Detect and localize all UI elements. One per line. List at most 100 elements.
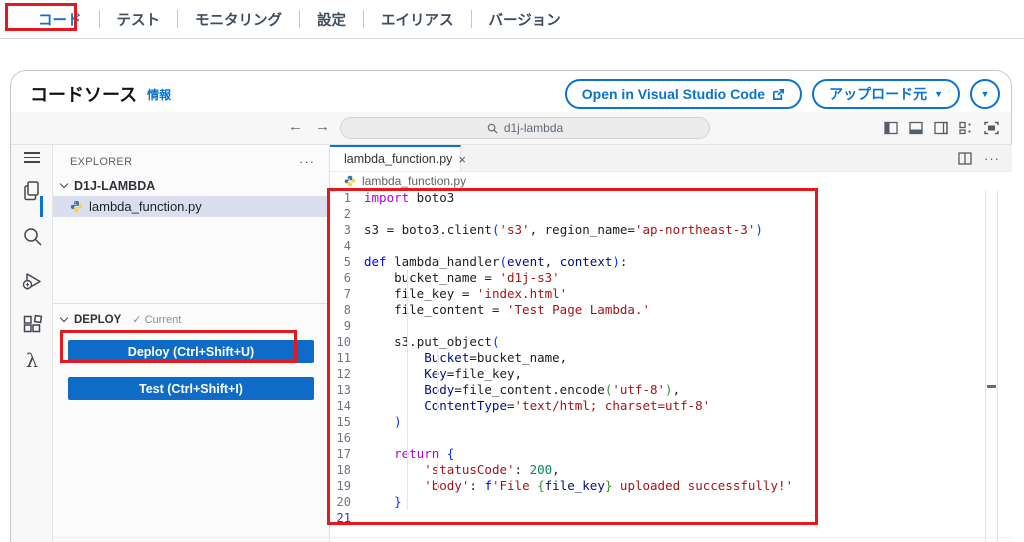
history-forward-icon[interactable]: → (315, 118, 330, 135)
aws-lambda-icon[interactable]: λ (11, 350, 53, 372)
editor-tab-lambda-function[interactable]: lambda_function.py × (330, 145, 466, 171)
more-actions-button[interactable]: ▼ (970, 79, 1000, 109)
external-link-icon (773, 88, 785, 100)
explorer-more-icon[interactable]: ··· (299, 154, 315, 169)
tree-file-lambda-function[interactable]: lambda_function.py (53, 196, 329, 217)
line-number: 21 (336, 511, 351, 525)
toggle-bottom-panel-icon[interactable] (909, 121, 923, 135)
function-tab-bar: コード テスト モニタリング 設定 エイリアス バージョン (0, 0, 1024, 39)
open-vscode-button[interactable]: Open in Visual Studio Code (564, 79, 803, 109)
line-number: 8 (343, 303, 351, 317)
code-line[interactable]: 19 'body': f'File {file_key} uploaded su… (330, 478, 1012, 494)
line-number: 10 (336, 335, 351, 349)
search-sidebar-icon[interactable] (11, 226, 53, 247)
tab-monitoring[interactable]: モニタリング (178, 9, 299, 30)
line-number: 3 (343, 223, 351, 237)
code-lines[interactable]: 1 import boto3 2 3 s3 = boto3.client('s3', r… (330, 190, 1012, 526)
deploy-button[interactable]: Deploy (Ctrl+Shift+U) (68, 340, 314, 363)
test-button[interactable]: Test (Ctrl+Shift+I) (68, 377, 314, 400)
toggle-left-panel-icon[interactable] (884, 121, 898, 135)
code-line[interactable]: 11 Bucket=bucket_name, (330, 350, 1012, 366)
chevron-down-icon (59, 179, 69, 189)
code-line[interactable]: 8 file_content = 'Test Page Lambda.' (330, 302, 1012, 318)
editor-more-icon[interactable]: ··· (984, 151, 1000, 166)
line-number: 16 (336, 431, 351, 445)
search-icon (487, 123, 498, 134)
command-search-input[interactable]: d1j-lambda (340, 117, 710, 139)
upload-source-button[interactable]: アップロード元 ▼ (812, 79, 960, 109)
line-number: 14 (336, 399, 351, 413)
caret-down-icon: ▼ (934, 88, 943, 99)
line-number: 2 (343, 207, 351, 221)
indent-guide (437, 350, 438, 414)
tree-folder-d1j-lambda[interactable]: D1J-LAMBDA (53, 175, 329, 196)
caret-down-icon: ▼ (980, 88, 990, 99)
code-line[interactable]: 10 s3.put_object( (330, 334, 1012, 350)
deploy-section-title: DEPLOY (74, 313, 122, 326)
code-line[interactable]: 17 return { (330, 446, 1012, 462)
activity-bar: λ (11, 145, 53, 542)
split-editor-icon[interactable] (958, 151, 972, 165)
explorer-panel: EXPLORER ··· D1J-LAMBDA lambda_function.… (53, 145, 330, 542)
tab-versions[interactable]: バージョン (472, 9, 578, 30)
code-line[interactable]: 2 (330, 206, 1012, 222)
tab-test[interactable]: テスト (100, 9, 178, 30)
python-file-icon (344, 175, 356, 187)
line-number: 5 (343, 255, 351, 269)
info-link[interactable]: 情報 (147, 86, 171, 103)
run-debug-icon[interactable] (11, 271, 53, 292)
indent-guide (407, 270, 408, 510)
code-line[interactable]: 14 ContentType='text/html; charset=utf-8… (330, 398, 1012, 414)
code-line[interactable]: 6 bucket_name = 'd1j-s3' (330, 270, 1012, 286)
python-file-icon (70, 200, 83, 213)
chevron-down-icon[interactable] (59, 313, 69, 323)
menu-hamburger-icon[interactable] (11, 152, 53, 163)
line-number: 11 (336, 351, 351, 365)
code-line[interactable]: 21 (330, 510, 1012, 526)
code-line[interactable]: 1 import boto3 (330, 190, 1012, 206)
editor-tab-bar: lambda_function.py × ··· (330, 145, 1012, 172)
ide-toolbar: ← → d1j-lambda (11, 112, 1011, 145)
code-line[interactable]: 13 Body=file_content.encode('utf-8'), (330, 382, 1012, 398)
bottom-divider (53, 537, 1012, 538)
extensions-icon[interactable] (11, 314, 53, 335)
deploy-section: DEPLOY ✓ Current Deploy (Ctrl+Shift+U) T… (53, 303, 329, 400)
explorer-icon[interactable] (11, 180, 53, 202)
line-number: 18 (336, 463, 351, 477)
tab-code[interactable]: コード (21, 9, 99, 30)
lambda-console-screen: コード テスト モニタリング 設定 エイリアス バージョン コードソース 情報 … (0, 0, 1024, 542)
line-number: 19 (336, 479, 351, 493)
line-number: 9 (343, 319, 351, 333)
code-line[interactable]: 12 Key=file_key, (330, 366, 1012, 382)
breadcrumb[interactable]: lambda_function.py (330, 172, 1012, 190)
code-line[interactable]: 16 (330, 430, 1012, 446)
tab-aliases[interactable]: エイリアス (364, 9, 471, 30)
line-number: 20 (336, 495, 351, 509)
active-view-indicator (40, 196, 43, 217)
editor-scrollbar[interactable] (985, 190, 998, 542)
code-line[interactable]: 5 def lambda_handler(event, context): (330, 254, 1012, 270)
page-title: コードソース (30, 85, 138, 105)
editor-area: lambda_function.py × ··· lambda_function… (330, 145, 1012, 542)
code-line[interactable]: 18 'statusCode': 200, (330, 462, 1012, 478)
deploy-status: ✓ Current (132, 314, 182, 326)
toggle-right-panel-icon[interactable] (934, 121, 948, 135)
code-line[interactable]: 3 s3 = boto3.client('s3', region_name='ap… (330, 222, 1012, 238)
close-tab-icon[interactable]: × (458, 152, 466, 167)
code-line[interactable]: 7 file_key = 'index.html' (330, 286, 1012, 302)
code-line[interactable]: 15 ) (330, 414, 1012, 430)
fit-screen-icon[interactable] (984, 121, 999, 135)
line-number: 13 (336, 383, 351, 397)
code-line[interactable]: 20 } (330, 494, 1012, 510)
customize-layout-icon[interactable] (959, 121, 973, 135)
tab-settings[interactable]: 設定 (300, 9, 363, 30)
history-back-icon[interactable]: ← (288, 118, 303, 135)
search-value: d1j-lambda (503, 121, 564, 135)
line-number: 4 (343, 239, 351, 253)
code-line[interactable]: 4 (330, 238, 1012, 254)
line-number: 17 (336, 447, 351, 461)
line-number: 12 (336, 367, 351, 381)
scrollbar-mark (987, 385, 996, 388)
check-icon: ✓ (132, 314, 142, 326)
code-line[interactable]: 9 (330, 318, 1012, 334)
